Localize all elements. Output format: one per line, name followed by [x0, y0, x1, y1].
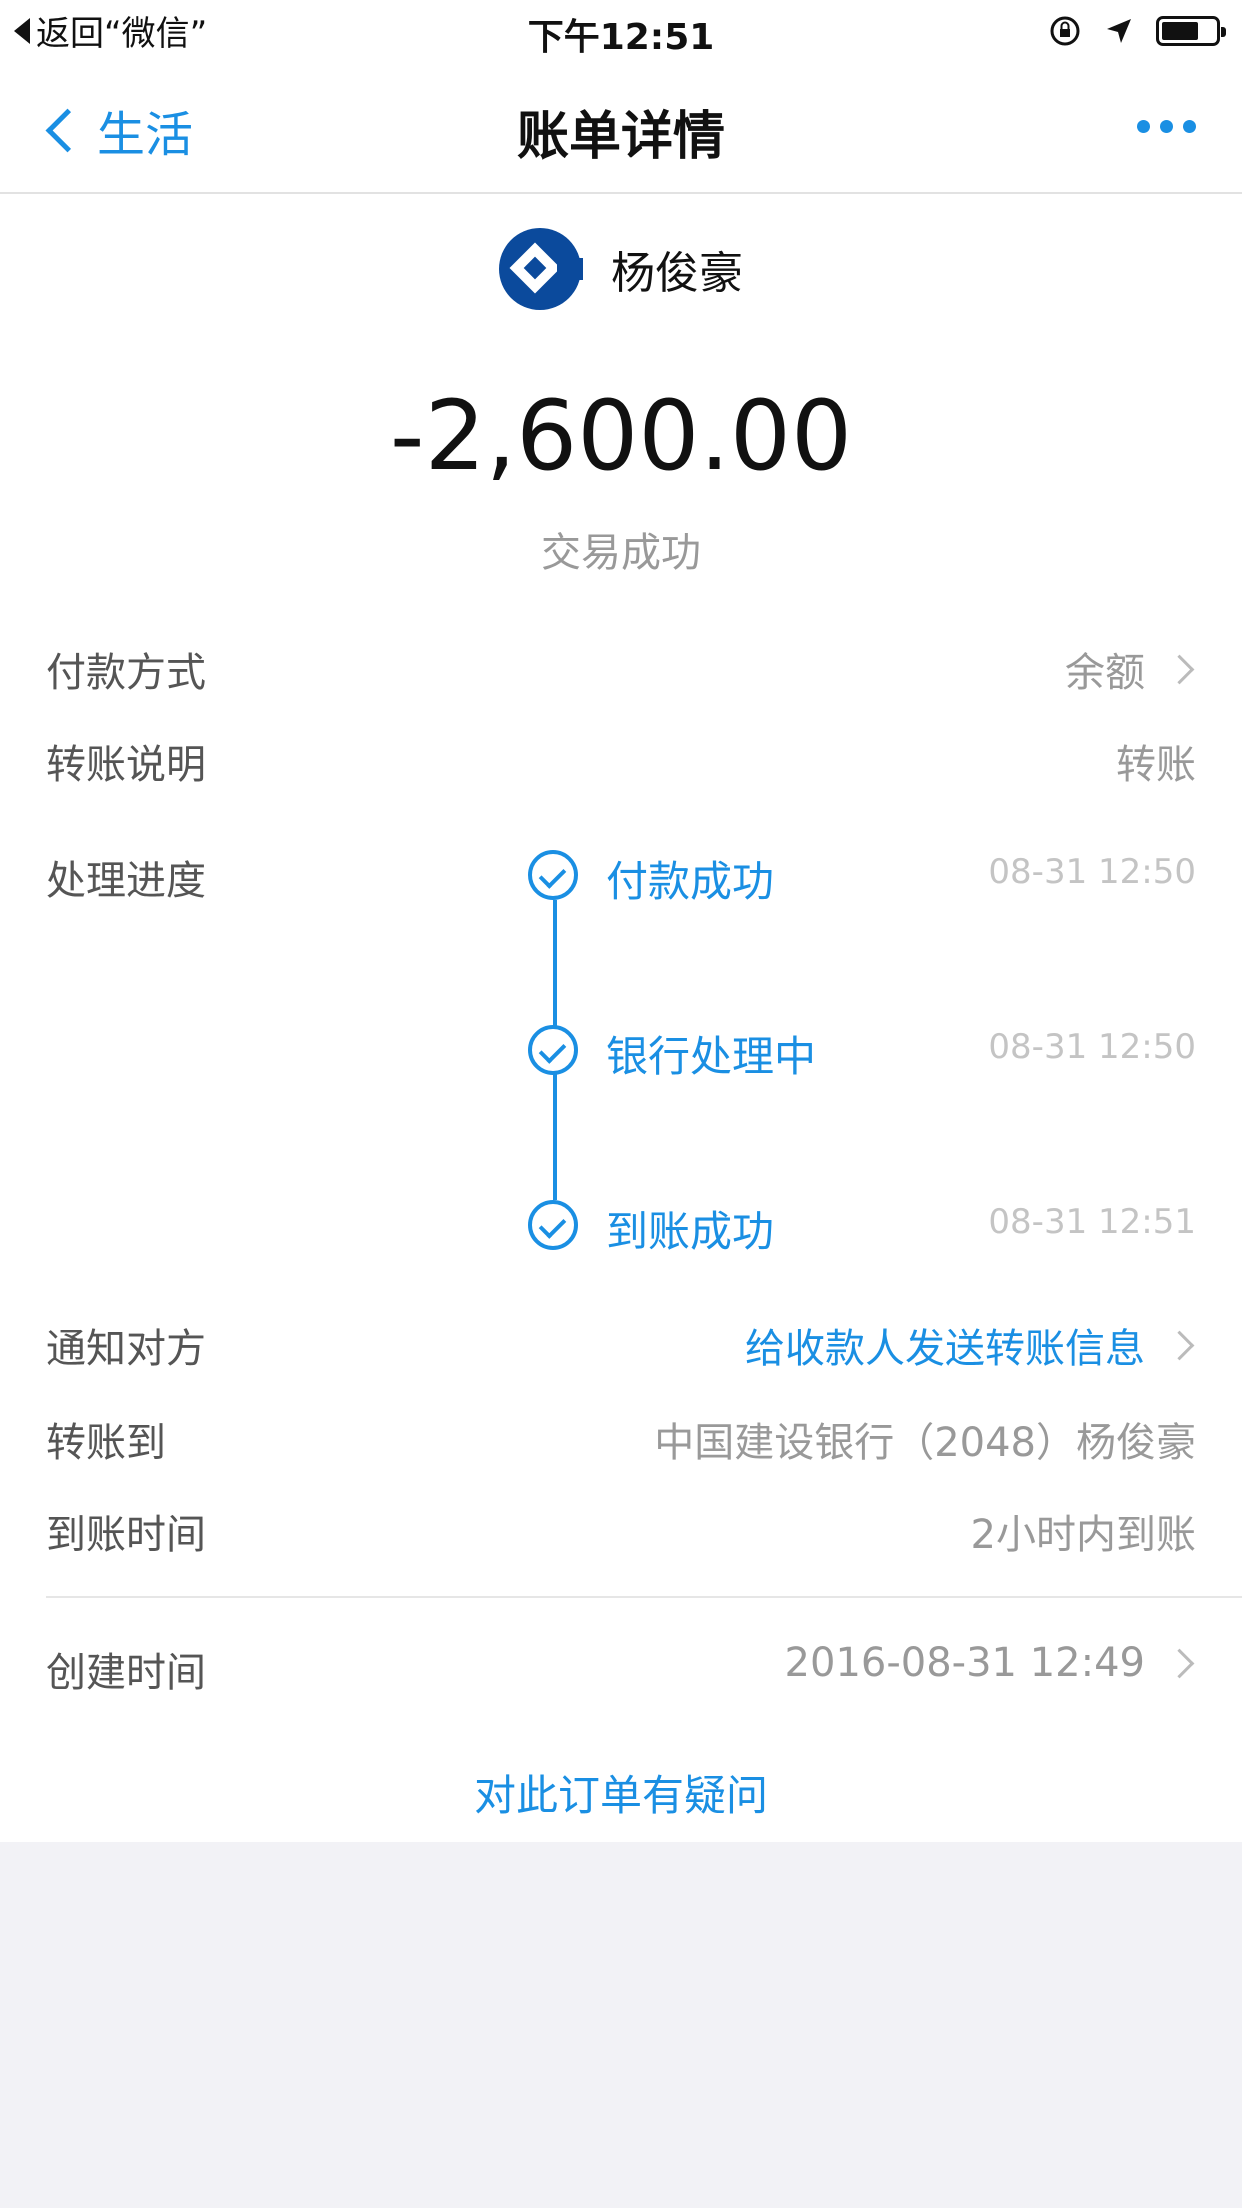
arrival-time-label: 到账时间	[46, 1512, 206, 1558]
status-icons	[1048, 14, 1226, 48]
battery-icon	[1156, 16, 1226, 46]
progress-step-time: 08-31 12:50	[988, 852, 1196, 892]
transfer-to-label: 转账到	[46, 1420, 166, 1466]
payee-name: 杨俊豪	[611, 248, 743, 299]
payment-method-row[interactable]: 余额	[1065, 640, 1196, 698]
chevron-right-icon	[1164, 1648, 1195, 1678]
more-dot-icon	[1137, 120, 1150, 133]
payment-method-label: 付款方式	[46, 650, 206, 696]
progress-step-label: 到账成功	[606, 1207, 775, 1256]
transaction-status: 交易成功	[541, 530, 701, 576]
transaction-amount: -2,600.00	[389, 380, 853, 492]
chevron-right-icon	[1164, 654, 1195, 684]
progress-step-time: 08-31 12:50	[988, 1027, 1196, 1067]
check-circle-icon	[528, 1200, 578, 1250]
bank-logo-icon	[499, 228, 583, 310]
notify-value: 给收款人发送转账信息	[745, 1326, 1145, 1372]
more-options-button[interactable]	[1137, 120, 1196, 133]
transfer-to-value: 中国建设银行（2048）杨俊豪	[654, 1420, 1196, 1466]
progress-label: 处理进度	[46, 858, 206, 904]
more-dot-icon	[1183, 120, 1196, 133]
created-time-row[interactable]: 2016-08-31 12:49	[785, 1640, 1196, 1686]
progress-step-time: 08-31 12:51	[988, 1202, 1196, 1242]
order-question-link[interactable]: 对此订单有疑问	[0, 1762, 1242, 1823]
payment-method-value: 余额	[1065, 650, 1145, 696]
notify-recipient-link[interactable]: 给收款人发送转账信息	[745, 1316, 1196, 1374]
check-circle-icon	[528, 1025, 578, 1075]
transfer-note-value: 转账	[1116, 742, 1196, 788]
location-arrow-icon	[1107, 19, 1131, 43]
notify-label: 通知对方	[46, 1326, 206, 1372]
check-circle-icon	[528, 850, 578, 900]
payee-header: 杨俊豪	[0, 228, 1242, 310]
transfer-note-label: 转账说明	[46, 742, 206, 788]
chevron-right-icon	[1164, 1330, 1195, 1360]
arrival-time-value: 2小时内到账	[970, 1512, 1196, 1558]
orientation-lock-icon	[1050, 16, 1080, 46]
created-time-value: 2016-08-31 12:49	[784, 1640, 1145, 1686]
more-dot-icon	[1160, 120, 1173, 133]
progress-step-label: 银行处理中	[606, 1032, 817, 1081]
status-bar: 返回“微信” 下午12:51	[0, 0, 1242, 62]
page-title: 账单详情	[516, 107, 725, 167]
navigation-bar: 生活 账单详情	[0, 62, 1242, 194]
created-time-label: 创建时间	[46, 1650, 206, 1696]
divider	[46, 1596, 1242, 1598]
progress-step-label: 付款成功	[606, 857, 775, 906]
